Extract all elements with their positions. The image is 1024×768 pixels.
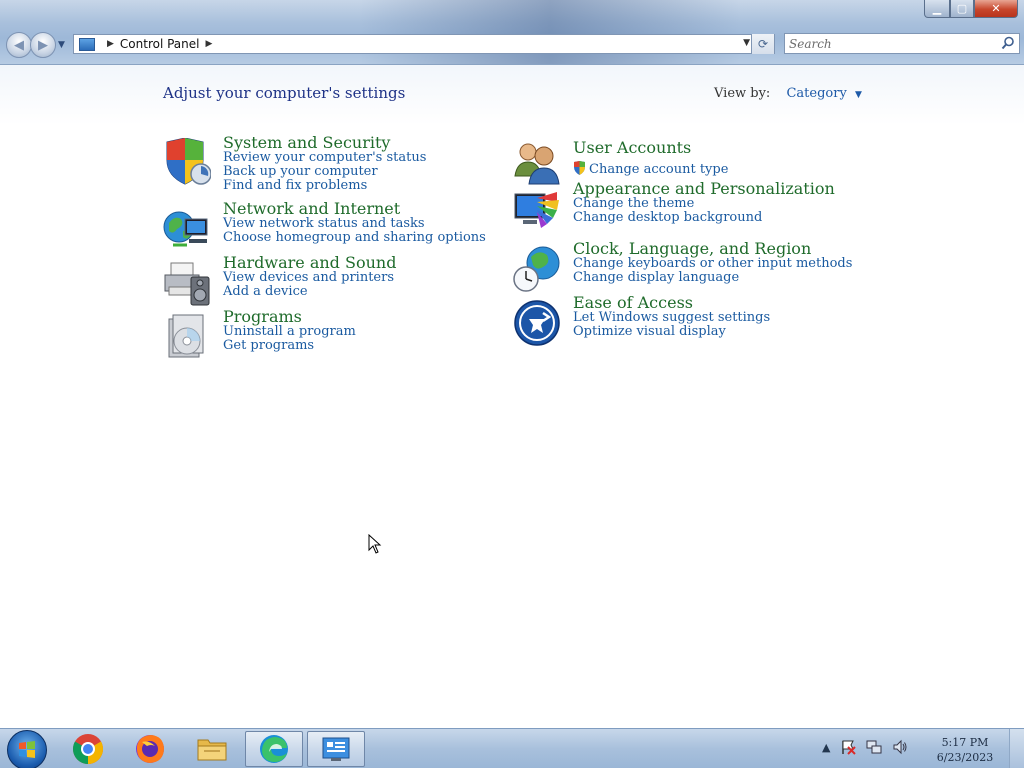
users-icon[interactable] xyxy=(513,138,561,186)
minimize-icon: ▁ xyxy=(932,2,942,15)
view-by-dropdown[interactable]: Category xyxy=(786,86,846,101)
link-windows-suggest-settings[interactable]: Let Windows suggest settings xyxy=(573,311,873,325)
control-panel-icon xyxy=(322,737,350,761)
close-icon: ✕ xyxy=(991,2,1001,15)
category-title[interactable]: Hardware and Sound xyxy=(223,255,523,271)
firefox-icon xyxy=(136,735,164,763)
show-desktop-button[interactable] xyxy=(1009,729,1024,768)
action-center-flag-icon[interactable] xyxy=(840,739,857,755)
clock-globe-icon[interactable] xyxy=(513,245,561,293)
back-arrow-icon: ◀ xyxy=(14,37,24,53)
taskbar-chrome[interactable] xyxy=(59,731,117,767)
ease-of-access-icon[interactable] xyxy=(513,299,561,347)
back-button[interactable]: ◀ xyxy=(6,32,32,58)
link-find-fix-problems[interactable]: Find and fix problems xyxy=(223,179,523,193)
page-title: Adjust your computer's settings xyxy=(163,84,406,102)
category-title[interactable]: Clock, Language, and Region xyxy=(573,241,873,257)
control-panel-icon xyxy=(79,37,95,51)
window-controls: ▁ ▢ ✕ xyxy=(924,0,1018,18)
link-review-computer-status[interactable]: Review your computer's status xyxy=(223,151,523,165)
system-tray: ▲ xyxy=(822,739,908,755)
link-homegroup-sharing[interactable]: Choose homegroup and sharing options xyxy=(223,231,523,245)
navigation-buttons: ◀ ▶ ▼ xyxy=(6,32,65,58)
category-title[interactable]: User Accounts xyxy=(573,140,873,156)
link-uninstall-program[interactable]: Uninstall a program xyxy=(223,325,523,339)
link-change-account-type[interactable]: Change account type xyxy=(573,161,873,177)
link-add-device[interactable]: Add a device xyxy=(223,285,523,299)
control-panel-content: Adjust your computer's settings View by:… xyxy=(0,65,1024,728)
volume-icon[interactable] xyxy=(892,739,908,755)
link-get-programs[interactable]: Get programs xyxy=(223,339,523,353)
close-button[interactable]: ✕ xyxy=(974,0,1018,18)
network-icon[interactable] xyxy=(866,739,882,755)
link-view-devices-printers[interactable]: View devices and printers xyxy=(223,271,523,285)
refresh-icon: ⟳ xyxy=(757,37,769,51)
recent-pages-dropdown[interactable]: ▼ xyxy=(58,40,65,50)
edge-icon xyxy=(260,735,288,763)
link-back-up-computer[interactable]: Back up your computer xyxy=(223,165,523,179)
link-change-keyboards[interactable]: Change keyboards or other input methods xyxy=(573,257,873,271)
view-by-label: View by: xyxy=(714,86,771,101)
taskbar-file-explorer[interactable] xyxy=(183,731,241,767)
address-history-dropdown[interactable]: ▼ xyxy=(743,38,750,48)
taskbar: ▲ 5:17 PM 6/23/2023 xyxy=(0,728,1024,768)
view-by: View by: Category ▼ xyxy=(714,86,862,101)
clock-time: 5:17 PM xyxy=(941,736,989,749)
start-button[interactable] xyxy=(7,730,47,768)
link-change-display-language[interactable]: Change display language xyxy=(573,271,873,285)
search-icon[interactable] xyxy=(1001,36,1015,50)
forward-button[interactable]: ▶ xyxy=(30,32,56,58)
monitor-palette-icon[interactable] xyxy=(513,188,561,236)
breadcrumb-control-panel[interactable]: Control Panel xyxy=(120,37,200,51)
maximize-icon: ▢ xyxy=(956,2,968,15)
category-title[interactable]: Programs xyxy=(223,309,523,325)
show-hidden-icons[interactable]: ▲ xyxy=(822,741,830,754)
shield-icon[interactable] xyxy=(163,138,211,186)
link-change-desktop-background[interactable]: Change desktop background xyxy=(573,211,873,225)
taskbar-edge[interactable] xyxy=(245,731,303,767)
search-box xyxy=(784,33,1020,54)
breadcrumb-separator[interactable]: ▶ xyxy=(206,39,213,49)
breadcrumb-separator[interactable]: ▶ xyxy=(107,39,114,49)
refresh-button[interactable]: ⟳ xyxy=(751,34,774,54)
category-title[interactable]: System and Security xyxy=(223,135,523,151)
search-input[interactable] xyxy=(785,35,1001,52)
programs-disc-icon[interactable] xyxy=(163,313,211,361)
taskbar-firefox[interactable] xyxy=(121,731,179,767)
forward-arrow-icon: ▶ xyxy=(38,37,48,53)
taskbar-control-panel[interactable] xyxy=(307,731,365,767)
system-clock[interactable]: 5:17 PM 6/23/2023 xyxy=(930,735,1000,765)
link-view-network-status[interactable]: View network status and tasks xyxy=(223,217,523,231)
window-title-bar: ▁ ▢ ✕ ◀ ▶ ▼ ▶ Control Panel ▶ ▼ ⟳ xyxy=(0,0,1024,65)
category-title[interactable]: Ease of Access xyxy=(573,295,873,311)
link-change-theme[interactable]: Change the theme xyxy=(573,197,873,211)
minimize-button[interactable]: ▁ xyxy=(924,0,950,18)
link-optimize-visual-display[interactable]: Optimize visual display xyxy=(573,325,873,339)
network-globe-icon[interactable] xyxy=(163,205,211,253)
windows-logo-icon xyxy=(19,741,35,758)
category-title[interactable]: Appearance and Personalization xyxy=(573,181,873,197)
file-explorer-icon xyxy=(197,739,227,761)
link-label: Change account type xyxy=(589,162,729,177)
category-title[interactable]: Network and Internet xyxy=(223,201,523,217)
printer-speaker-icon[interactable] xyxy=(163,259,211,307)
chevron-down-icon[interactable]: ▼ xyxy=(855,90,862,100)
chrome-icon xyxy=(72,734,104,764)
maximize-button[interactable]: ▢ xyxy=(950,0,974,18)
uac-shield-icon xyxy=(574,161,585,175)
mouse-cursor-icon xyxy=(368,534,382,554)
clock-date: 6/23/2023 xyxy=(936,751,994,764)
address-bar[interactable]: ▶ Control Panel ▶ ▼ ⟳ xyxy=(73,34,775,54)
